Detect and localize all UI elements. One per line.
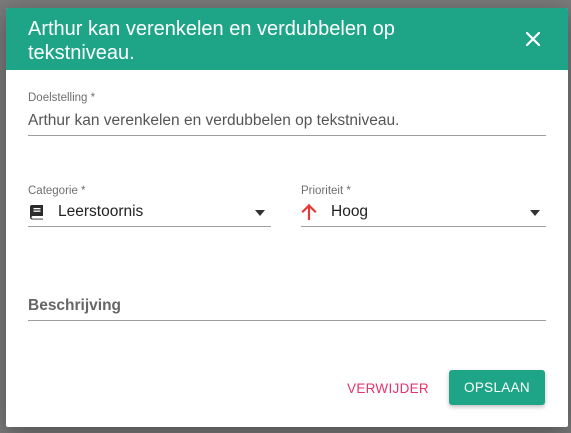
category-value: Leerstoornis xyxy=(28,203,143,221)
priority-label: Prioriteit * xyxy=(301,185,351,197)
close-button[interactable] xyxy=(520,26,546,52)
goal-label: Doelstelling * xyxy=(28,92,96,104)
arrow-up-icon xyxy=(301,204,323,220)
chevron-down-icon xyxy=(255,210,265,216)
category-label: Categorie * xyxy=(28,185,86,197)
priority-value-text: Hoog xyxy=(331,203,369,220)
priority-underline xyxy=(301,226,546,227)
book-icon xyxy=(28,204,50,220)
save-button[interactable]: OPSLAAN xyxy=(449,370,545,405)
category-value-text: Leerstoornis xyxy=(58,203,144,220)
delete-button[interactable]: VERWIJDER xyxy=(338,370,438,406)
description-field[interactable]: Beschrijving xyxy=(28,294,546,322)
category-underline xyxy=(28,226,271,227)
dialog-title: Arthur kan verenkelen en verdubbelen op … xyxy=(28,18,395,64)
goal-input[interactable]: Arthur kan verenkelen en verdubbelen op … xyxy=(28,112,399,130)
close-icon xyxy=(526,32,540,46)
edit-goal-dialog: Arthur kan verenkelen en verdubbelen op … xyxy=(6,8,568,427)
description-underline xyxy=(28,320,546,321)
description-label: Beschrijving xyxy=(28,297,122,314)
goal-underline xyxy=(28,135,546,136)
priority-select[interactable]: Prioriteit * Hoog xyxy=(301,185,546,227)
chevron-down-icon xyxy=(530,210,540,216)
priority-value: Hoog xyxy=(301,203,368,221)
category-select[interactable]: Categorie * Leerstoornis xyxy=(28,185,271,227)
dialog-header: Arthur kan verenkelen en verdubbelen op … xyxy=(6,8,568,70)
goal-field[interactable]: Doelstelling * Arthur kan verenkelen en … xyxy=(28,92,546,136)
